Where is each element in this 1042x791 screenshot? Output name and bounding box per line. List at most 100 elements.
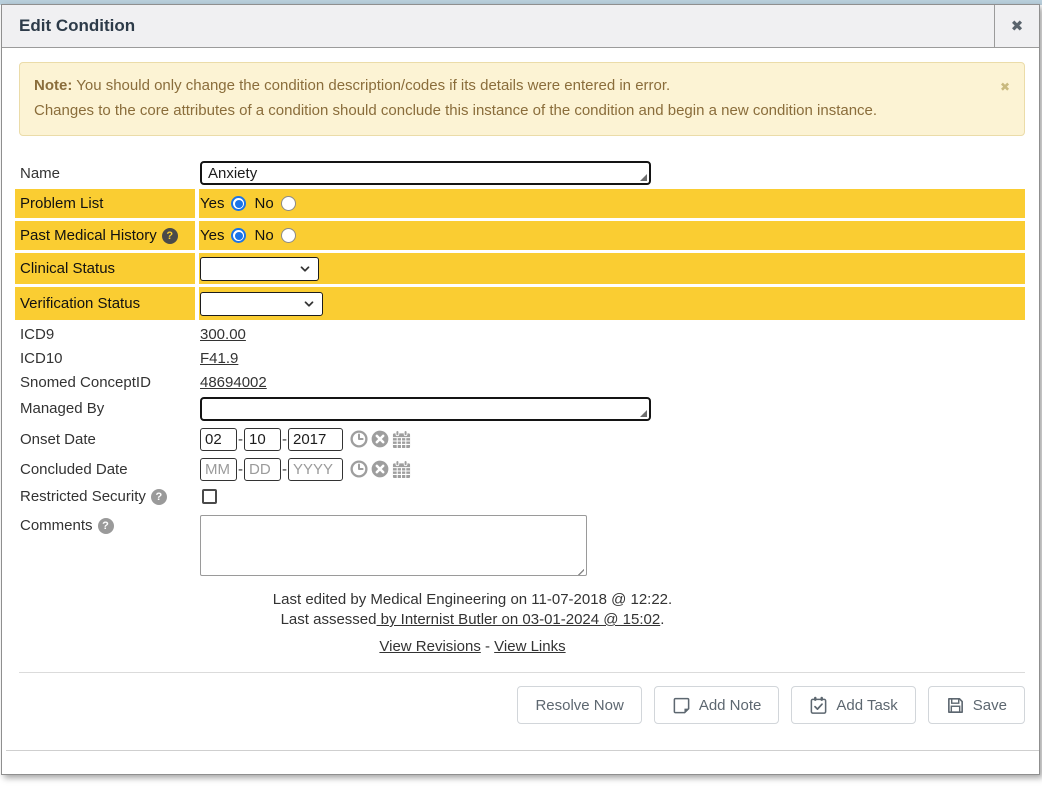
comments-label: Comments [15, 513, 195, 534]
clinical-status-select[interactable] [200, 257, 319, 281]
note-line-1: Note: You should only change the conditi… [34, 73, 984, 98]
help-icon[interactable] [162, 228, 178, 244]
row-problem-list: Problem List Yes No [15, 189, 1025, 218]
last-assessed-line: Last assessed by Internist Butler on 03-… [15, 610, 930, 630]
add-task-button[interactable]: Add Task [791, 686, 915, 724]
row-comments: Comments [15, 513, 1025, 580]
row-past-medical-history: Past Medical History Yes No [15, 221, 1025, 250]
clinical-status-label: Clinical Status [15, 253, 195, 284]
icd10-label: ICD10 [15, 347, 195, 369]
past-medical-history-label: Past Medical History [15, 221, 195, 250]
name-input[interactable] [200, 161, 651, 185]
concluded-year-input[interactable] [288, 458, 343, 481]
add-task-button-label: Add Task [836, 697, 897, 714]
action-button-bar: Resolve Now Add Note Add Task Save [19, 672, 1025, 724]
concluded-month-input[interactable] [200, 458, 237, 481]
clock-icon[interactable] [350, 460, 368, 478]
save-button[interactable]: Save [928, 686, 1025, 724]
view-links-line: View Revisions - View Links [15, 637, 930, 657]
note-close-icon[interactable] [1000, 74, 1010, 100]
onset-day-input[interactable] [244, 428, 281, 451]
edit-condition-dialog: Edit Condition Note: You should only cha… [1, 4, 1040, 775]
dialog-header: Edit Condition [2, 5, 1039, 48]
dialog-footer [6, 750, 1039, 791]
chevron-down-icon [302, 297, 316, 311]
date-separator: - [238, 461, 243, 478]
resolve-now-button-label: Resolve Now [535, 697, 623, 714]
no-option-text: No [254, 227, 273, 244]
last-assessed-prefix: Last assessed [281, 611, 377, 628]
comments-textarea[interactable] [200, 515, 587, 576]
yes-option-text: Yes [200, 227, 224, 244]
restricted-security-label-text: Restricted Security [20, 488, 146, 505]
view-links-link[interactable]: View Links [494, 638, 565, 655]
radio-unselected-icon [281, 196, 296, 211]
add-note-button[interactable]: Add Note [654, 686, 780, 724]
warning-note-banner: Note: You should only change the conditi… [19, 62, 1025, 136]
name-input-wrap [200, 161, 651, 185]
managed-by-input-wrap [200, 397, 651, 421]
last-assessed-suffix: . [660, 611, 664, 628]
row-name: Name [15, 159, 1025, 187]
icd9-code-link[interactable]: 300.00 [200, 326, 246, 343]
close-icon[interactable] [994, 5, 1039, 47]
yes-option-text: Yes [200, 195, 224, 212]
help-icon[interactable] [151, 489, 167, 505]
row-concluded-date: Concluded Date - - [15, 455, 1025, 483]
radio-unselected-icon [281, 228, 296, 243]
name-label: Name [15, 159, 195, 187]
last-edited-text: Last edited by Medical Engineering on 11… [15, 590, 930, 610]
condition-form: Name Problem List Yes No [15, 159, 1025, 580]
last-assessed-link[interactable]: by Internist Butler on 03-01-2024 @ 15:0… [376, 611, 660, 628]
links-separator: - [481, 638, 494, 655]
row-clinical-status: Clinical Status [15, 253, 1025, 284]
pmh-no-option[interactable]: No [254, 227, 295, 244]
row-restricted-security: Restricted Security [15, 485, 1025, 508]
comments-label-text: Comments [20, 517, 93, 534]
radio-selected-icon [231, 228, 246, 243]
date-separator: - [238, 431, 243, 448]
problem-list-no-option[interactable]: No [254, 195, 295, 212]
row-snomed-conceptid: Snomed ConceptID 48694002 [15, 371, 1025, 393]
save-floppy-icon [946, 696, 965, 715]
add-note-button-label: Add Note [699, 697, 762, 714]
clock-icon[interactable] [350, 430, 368, 448]
help-icon[interactable] [98, 518, 114, 534]
snomed-code-link[interactable]: 48694002 [200, 374, 267, 391]
save-button-label: Save [973, 697, 1007, 714]
radio-selected-icon [231, 196, 246, 211]
view-revisions-link[interactable]: View Revisions [379, 638, 480, 655]
snomed-label: Snomed ConceptID [15, 371, 195, 393]
row-icd10: ICD10 F41.9 [15, 347, 1025, 369]
row-onset-date: Onset Date - - [15, 425, 1025, 453]
clear-icon[interactable] [371, 430, 389, 448]
row-managed-by: Managed By [15, 395, 1025, 422]
audit-meta: Last edited by Medical Engineering on 11… [15, 590, 930, 657]
note-text-1: You should only change the condition des… [72, 77, 670, 94]
chevron-down-icon [298, 262, 312, 276]
verification-status-select[interactable] [200, 292, 323, 316]
calendar-icon[interactable] [392, 430, 411, 449]
row-icd9: ICD9 300.00 [15, 323, 1025, 345]
note-icon [672, 696, 691, 715]
onset-month-input[interactable] [200, 428, 237, 451]
clear-icon[interactable] [371, 460, 389, 478]
calendar-check-icon [809, 696, 828, 715]
concluded-date-label: Concluded Date [15, 455, 195, 483]
pmh-yes-option[interactable]: Yes [200, 227, 246, 244]
date-separator: - [282, 461, 287, 478]
calendar-icon[interactable] [392, 460, 411, 479]
onset-date-label: Onset Date [15, 425, 195, 453]
managed-by-input[interactable] [200, 397, 651, 421]
problem-list-label: Problem List [15, 189, 195, 218]
no-option-text: No [254, 195, 273, 212]
concluded-day-input[interactable] [244, 458, 281, 481]
dialog-title: Edit Condition [2, 5, 994, 47]
icd10-code-link[interactable]: F41.9 [200, 350, 238, 367]
problem-list-yes-option[interactable]: Yes [200, 195, 246, 212]
onset-year-input[interactable] [288, 428, 343, 451]
icd9-label: ICD9 [15, 323, 195, 345]
resolve-now-button[interactable]: Resolve Now [517, 686, 641, 724]
verification-status-label: Verification Status [15, 287, 195, 320]
restricted-security-checkbox[interactable] [202, 489, 217, 504]
